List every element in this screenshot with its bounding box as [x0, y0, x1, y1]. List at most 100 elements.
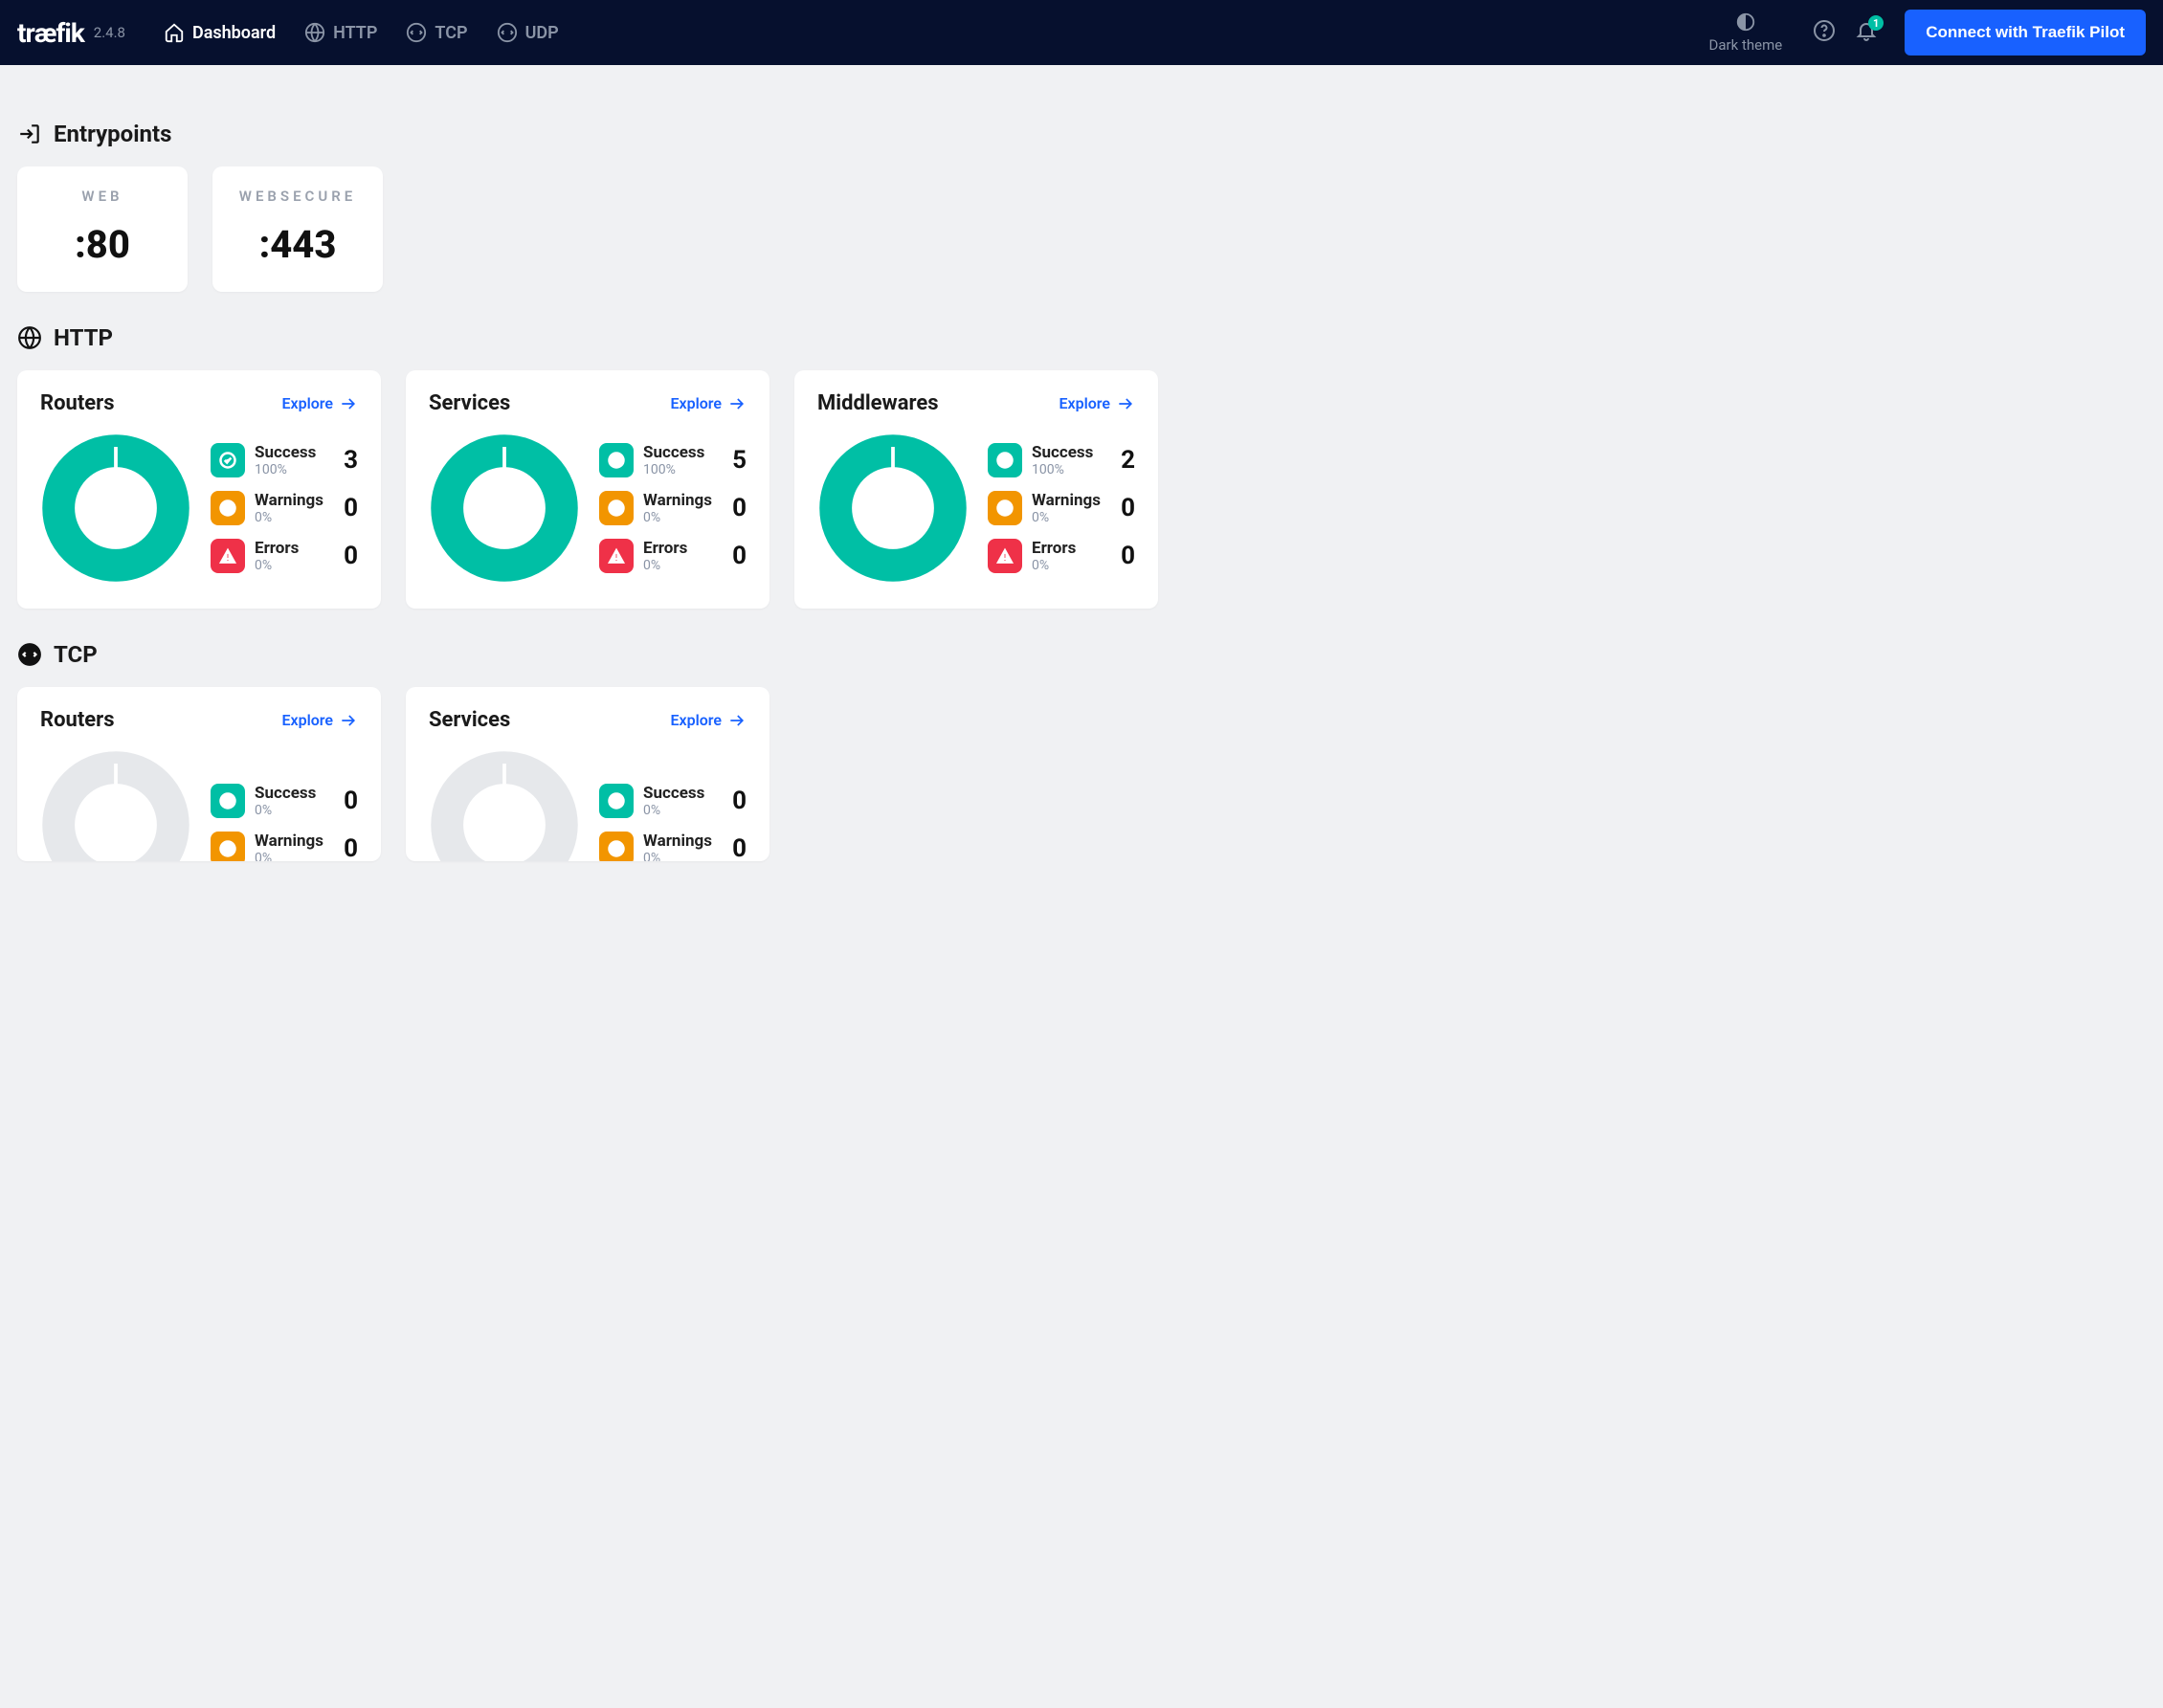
section-http-title: HTTP	[54, 324, 113, 351]
alert-circle-icon	[988, 491, 1022, 525]
legend: Success 100% 2 Warnings 0% 0	[988, 443, 1135, 573]
http-services-card: Services Explore Success 100%	[406, 370, 769, 609]
legend-warn-row: Warnings 0% 0	[599, 832, 747, 861]
nav-udp[interactable]: UDP	[497, 22, 559, 43]
nav-http[interactable]: HTTP	[304, 22, 377, 43]
card-title: Services	[429, 391, 510, 415]
legend-pct: 0%	[255, 510, 325, 525]
legend-count: 3	[335, 446, 358, 475]
http-routers-card: Routers Explore Success 100%	[17, 370, 381, 609]
contrast-icon	[1735, 11, 1756, 33]
arrow-right-icon	[1116, 394, 1135, 413]
nav-dashboard-label: Dashboard	[192, 23, 276, 43]
nav-dashboard[interactable]: Dashboard	[164, 22, 276, 43]
explore-link[interactable]: Explore	[1059, 394, 1135, 413]
notification-badge: 1	[1868, 15, 1884, 31]
legend-pct: 0%	[643, 851, 714, 861]
alert-triangle-icon	[211, 539, 245, 573]
tcp-routers-card: Routers Explore Success 0%	[17, 687, 381, 861]
alert-triangle-icon	[988, 539, 1022, 573]
legend-count: 2	[1112, 446, 1135, 475]
entrypoint-port: :443	[222, 222, 373, 267]
nav-udp-label: UDP	[525, 23, 559, 43]
notifications-button[interactable]: 1	[1855, 19, 1878, 46]
legend-count: 0	[724, 542, 747, 570]
donut-chart	[40, 433, 191, 584]
main-nav: Dashboard HTTP TCP UDP	[164, 22, 559, 43]
legend-label: Errors	[255, 539, 325, 558]
alert-triangle-icon	[599, 539, 634, 573]
legend-pct: 100%	[643, 462, 714, 477]
check-circle-icon	[599, 443, 634, 477]
help-icon	[1813, 19, 1836, 42]
theme-toggle[interactable]: Dark theme	[1709, 11, 1783, 54]
explore-link[interactable]: Explore	[281, 711, 358, 730]
legend-success-row: Success 0% 0	[599, 784, 747, 818]
globe-icon	[304, 22, 325, 43]
check-circle-icon	[599, 784, 634, 818]
legend-pct: 0%	[643, 510, 714, 525]
legend-error-row: Errors 0% 0	[988, 539, 1135, 573]
legend: Success 0% 0 Warnings 0% 0	[599, 784, 747, 861]
explore-link[interactable]: Explore	[670, 711, 747, 730]
donut-chart	[429, 433, 580, 584]
legend-count: 0	[335, 542, 358, 570]
tcp-services-card: Services Explore Success 0%	[406, 687, 769, 861]
http-cards-row: Routers Explore Success 100%	[17, 370, 2146, 609]
legend-count: 0	[724, 834, 747, 861]
explore-link[interactable]: Explore	[670, 394, 747, 413]
card-title: Routers	[40, 708, 115, 732]
globe-icon	[17, 325, 42, 350]
section-http-header: HTTP	[17, 324, 2146, 351]
home-icon	[164, 22, 185, 43]
explore-link[interactable]: Explore	[281, 394, 358, 413]
version-label: 2.4.8	[94, 24, 125, 41]
legend-success-row: Success 100% 5	[599, 443, 747, 477]
legend-label: Errors	[643, 539, 714, 558]
legend-label: Errors	[1032, 539, 1103, 558]
legend-label: Success	[643, 443, 714, 462]
explore-label: Explore	[670, 394, 722, 412]
tcp-cards-row: Routers Explore Success 0%	[17, 687, 2146, 861]
legend-success-row: Success 0% 0	[211, 784, 358, 818]
legend-label: Success	[643, 784, 714, 803]
swap-icon	[406, 22, 427, 43]
top-header: træfik 2.4.8 Dashboard HTTP TCP UDP Dark…	[0, 0, 2163, 65]
legend-pct: 0%	[255, 803, 325, 818]
entrypoint-card-websecure[interactable]: WEBSECURE :443	[212, 166, 383, 292]
nav-http-label: HTTP	[333, 23, 377, 43]
http-middlewares-card: Middlewares Explore Success 100%	[794, 370, 1158, 609]
section-tcp-header: TCP	[17, 641, 2146, 668]
explore-label: Explore	[281, 394, 333, 412]
check-circle-icon	[988, 443, 1022, 477]
swap-icon	[497, 22, 518, 43]
connect-pilot-button[interactable]: Connect with Traefik Pilot	[1905, 10, 2146, 55]
nav-tcp[interactable]: TCP	[406, 22, 467, 43]
legend-success-row: Success 100% 2	[988, 443, 1135, 477]
entrypoint-card-web[interactable]: WEB :80	[17, 166, 188, 292]
alert-circle-icon	[599, 491, 634, 525]
legend-pct: 0%	[643, 558, 714, 573]
legend-count: 0	[335, 834, 358, 861]
legend-warn-row: Warnings 0% 0	[988, 491, 1135, 525]
section-entrypoints-title: Entrypoints	[54, 121, 171, 147]
legend-pct: 100%	[255, 462, 325, 477]
legend-label: Warnings	[255, 491, 325, 510]
help-button[interactable]	[1813, 19, 1836, 46]
card-title: Middlewares	[817, 391, 939, 415]
check-circle-icon	[211, 784, 245, 818]
legend: Success 100% 3 Warnings 0% 0	[211, 443, 358, 573]
legend-count: 0	[724, 494, 747, 522]
theme-toggle-label: Dark theme	[1709, 36, 1783, 54]
legend-label: Success	[255, 443, 325, 462]
legend-pct: 0%	[255, 851, 325, 861]
alert-circle-icon	[211, 491, 245, 525]
legend-label: Warnings	[643, 832, 714, 851]
legend-count: 0	[335, 787, 358, 815]
section-tcp-title: TCP	[54, 641, 98, 668]
alert-circle-icon	[211, 832, 245, 861]
logo: træfik	[17, 17, 84, 49]
legend-error-row: Errors 0% 0	[211, 539, 358, 573]
section-entrypoints-header: Entrypoints	[17, 121, 2146, 147]
entrypoint-name: WEBSECURE	[222, 188, 373, 205]
